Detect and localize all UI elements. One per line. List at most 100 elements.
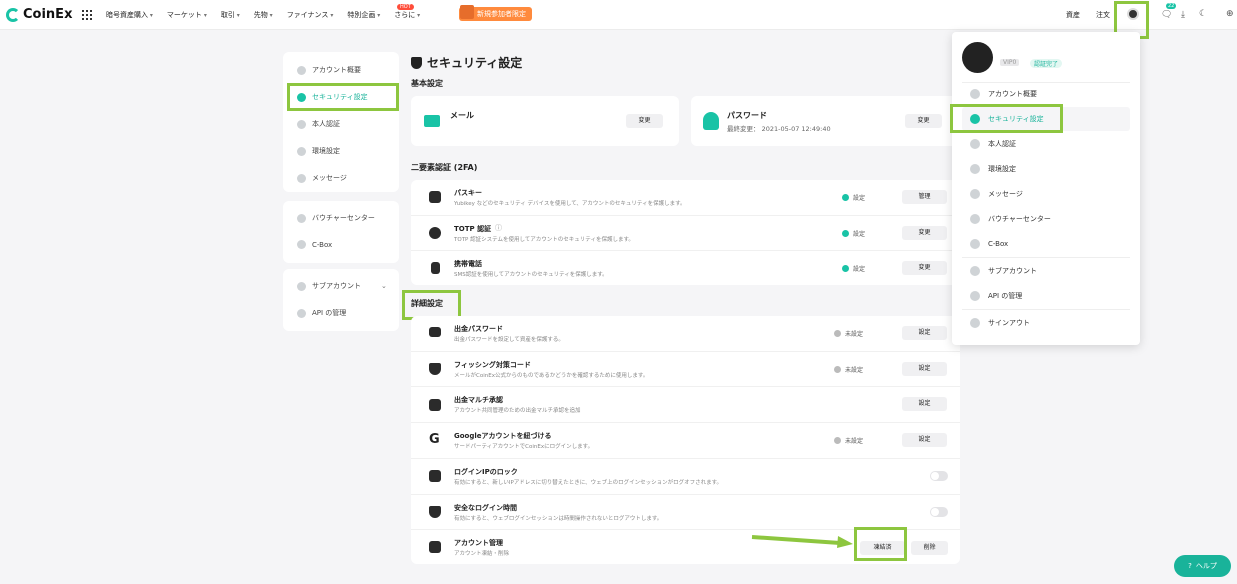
dropdown-item-signout[interactable]: サインアウト: [970, 318, 1030, 328]
id-card-icon: [297, 119, 306, 129]
change-email-button[interactable]: 変更: [626, 114, 663, 128]
dropdown-item-api[interactable]: API の管理: [970, 291, 1022, 301]
twofa-title: 二要素認証 (2FA): [411, 163, 478, 172]
coinex-logo-icon: [6, 7, 20, 22]
safe-login-shield-icon: [429, 506, 441, 518]
sidebar-item-security[interactable]: セキュリティ設定: [297, 92, 368, 102]
anti-phishing-shield-icon: [429, 363, 441, 375]
sidebar-item-preferences[interactable]: 環境設定: [297, 146, 340, 156]
google-link-row: G Googleアカウントを紐づける サードパーティアカウントでCoinExにロ…: [411, 422, 960, 458]
google-icon: G: [429, 432, 440, 447]
delete-account-button[interactable]: 削除: [911, 541, 948, 555]
set-withdraw-password-button[interactable]: 設定: [902, 326, 947, 340]
gift-icon: [460, 5, 474, 19]
nav-buy-crypto[interactable]: 暗号資産購入: [106, 10, 153, 20]
account-management-row: アカウント管理 アカウント凍結・削除 凍結済 削除: [411, 529, 960, 564]
shield-icon: [970, 114, 980, 124]
main-nav: 暗号資産購入 マーケット 取引 先物 ファイナンス 特別企画 さらに: [106, 10, 420, 20]
safe-login-toggle[interactable]: [930, 507, 948, 517]
check-icon: [842, 194, 849, 201]
cbox-icon: [970, 239, 980, 249]
ip-lock-toggle[interactable]: [930, 471, 948, 481]
sidebar-item-kyc[interactable]: 本人認証: [297, 119, 340, 129]
api-icon: [970, 291, 980, 301]
subaccount-icon: [297, 281, 306, 291]
voucher-icon: [297, 213, 306, 223]
dark-mode-moon-icon[interactable]: ☾: [1199, 9, 1207, 19]
passkey-row: パスキー Yubikey などのセキュリティ デバイスを使用して、アカウントのセ…: [411, 180, 960, 215]
account-manage-icon: [429, 541, 441, 553]
language-globe-icon[interactable]: ⊕: [1226, 9, 1234, 19]
set-multi-approval-button[interactable]: 設定: [902, 397, 947, 411]
download-icon[interactable]: ⤓: [1181, 10, 1185, 20]
dropdown-item-account-overview[interactable]: アカウント概要: [970, 89, 1037, 99]
lock-icon: [703, 112, 719, 130]
email-label: メール: [450, 111, 474, 120]
sidebar-item-account-overview[interactable]: アカウント概要: [297, 65, 361, 75]
orders-menu[interactable]: 注文: [1096, 10, 1110, 20]
coinex-logo[interactable]: CoinEx: [6, 7, 72, 22]
advanced-card: 出金パスワード 出金パスワードを設定して資産を保護する。 未設定 設定 フィッシ…: [411, 316, 960, 564]
help-button[interactable]: ? ヘルプ: [1174, 555, 1231, 577]
manage-passkey-button[interactable]: 管理: [902, 190, 947, 204]
set-google-button[interactable]: 設定: [902, 433, 947, 447]
dropdown-item-subaccount[interactable]: サブアカウント: [970, 266, 1037, 276]
verified-badge: 認証完了: [1030, 59, 1063, 68]
multi-approval-row: 出金マルチ承認 アカウント共同管理のための出金マルチ承認を追加 設定: [411, 386, 960, 422]
notification-bell-icon[interactable]: 🗨: [1161, 10, 1172, 20]
assets-menu[interactable]: 資産: [1066, 10, 1080, 20]
dropdown-item-preferences[interactable]: 環境設定: [970, 164, 1016, 174]
help-question-icon: ?: [1188, 562, 1192, 570]
password-last-changed: 最終変更： 2021-05-07 12:49:40: [727, 125, 831, 133]
email-card: メール 変更: [411, 96, 679, 146]
apps-grid-icon[interactable]: [82, 10, 92, 20]
basic-settings-title: 基本設定: [411, 79, 443, 88]
phone-row: 携帯電話 SMS認証を使用してアカウントのセキュリティを保護します。 設定 変更: [411, 250, 960, 285]
account-icon: [970, 89, 980, 99]
phone-icon: [431, 262, 440, 274]
sidebar-subaccount-group: サブアカウント ⌄ API の管理: [283, 269, 399, 331]
change-password-button[interactable]: 変更: [905, 114, 942, 128]
orders-caret-icon: ▾: [1104, 10, 1108, 17]
pointer-arrow-icon: [751, 535, 853, 548]
freeze-account-button[interactable]: 凍結済: [860, 541, 905, 555]
password-label: パスワード: [727, 111, 767, 120]
sidebar-item-messages[interactable]: メッセージ: [297, 173, 347, 183]
nav-futures[interactable]: 先物: [254, 10, 273, 20]
dropdown-item-voucher[interactable]: バウチャーセンター: [970, 214, 1051, 224]
mail-icon: [424, 115, 440, 127]
message-icon: [970, 189, 980, 199]
passkey-icon: [429, 191, 441, 203]
set-anti-phishing-button[interactable]: 設定: [902, 362, 947, 376]
change-totp-button[interactable]: 変更: [902, 226, 947, 240]
sidebar-item-subaccount[interactable]: サブアカウント ⌄: [297, 281, 387, 291]
password-card: パスワード 最終変更： 2021-05-07 12:49:40 変更: [691, 96, 959, 146]
totp-row: TOTP 認証 ⓘ TOTP 認証システムを使用してアカウントのセキュリティを保…: [411, 215, 960, 250]
dropdown-item-kyc[interactable]: 本人認証: [970, 139, 1016, 149]
dropdown-divider: [962, 257, 1130, 258]
id-card-icon: [970, 139, 980, 149]
dropdown-divider: [962, 309, 1130, 310]
nav-more[interactable]: さらに: [394, 10, 420, 20]
dropdown-item-messages[interactable]: メッセージ: [970, 189, 1023, 199]
sidebar-item-api[interactable]: API の管理: [297, 308, 346, 318]
ip-lock-row: ログインIPのロック 有効にすると、新しいIPアドレスに切り替えたときに、ウェブ…: [411, 458, 960, 494]
info-icon[interactable]: ⓘ: [495, 223, 502, 233]
nav-special[interactable]: 特別企画: [347, 10, 380, 20]
nav-markets[interactable]: マーケット: [167, 10, 207, 20]
nav-finance[interactable]: ファイナンス: [287, 10, 334, 20]
vip-badge: VIP0: [1000, 59, 1020, 66]
shield-icon: [411, 56, 422, 69]
unset-dot-icon: [834, 437, 841, 444]
nav-trade[interactable]: 取引: [221, 10, 240, 20]
sidebar-item-cbox[interactable]: C-Box: [297, 240, 332, 249]
dropdown-item-cbox[interactable]: C-Box: [970, 239, 1008, 249]
brand-name: CoinEx: [23, 7, 73, 22]
advanced-settings-title: 詳細設定: [411, 299, 443, 308]
user-avatar-icon[interactable]: [1127, 8, 1139, 20]
dropdown-item-security[interactable]: セキュリティ設定: [970, 114, 1044, 124]
unset-dot-icon: [834, 330, 841, 337]
sidebar-item-voucher[interactable]: バウチャーセンター: [297, 213, 375, 223]
status-badge: 未設定: [834, 365, 863, 374]
change-phone-button[interactable]: 変更: [902, 261, 947, 275]
